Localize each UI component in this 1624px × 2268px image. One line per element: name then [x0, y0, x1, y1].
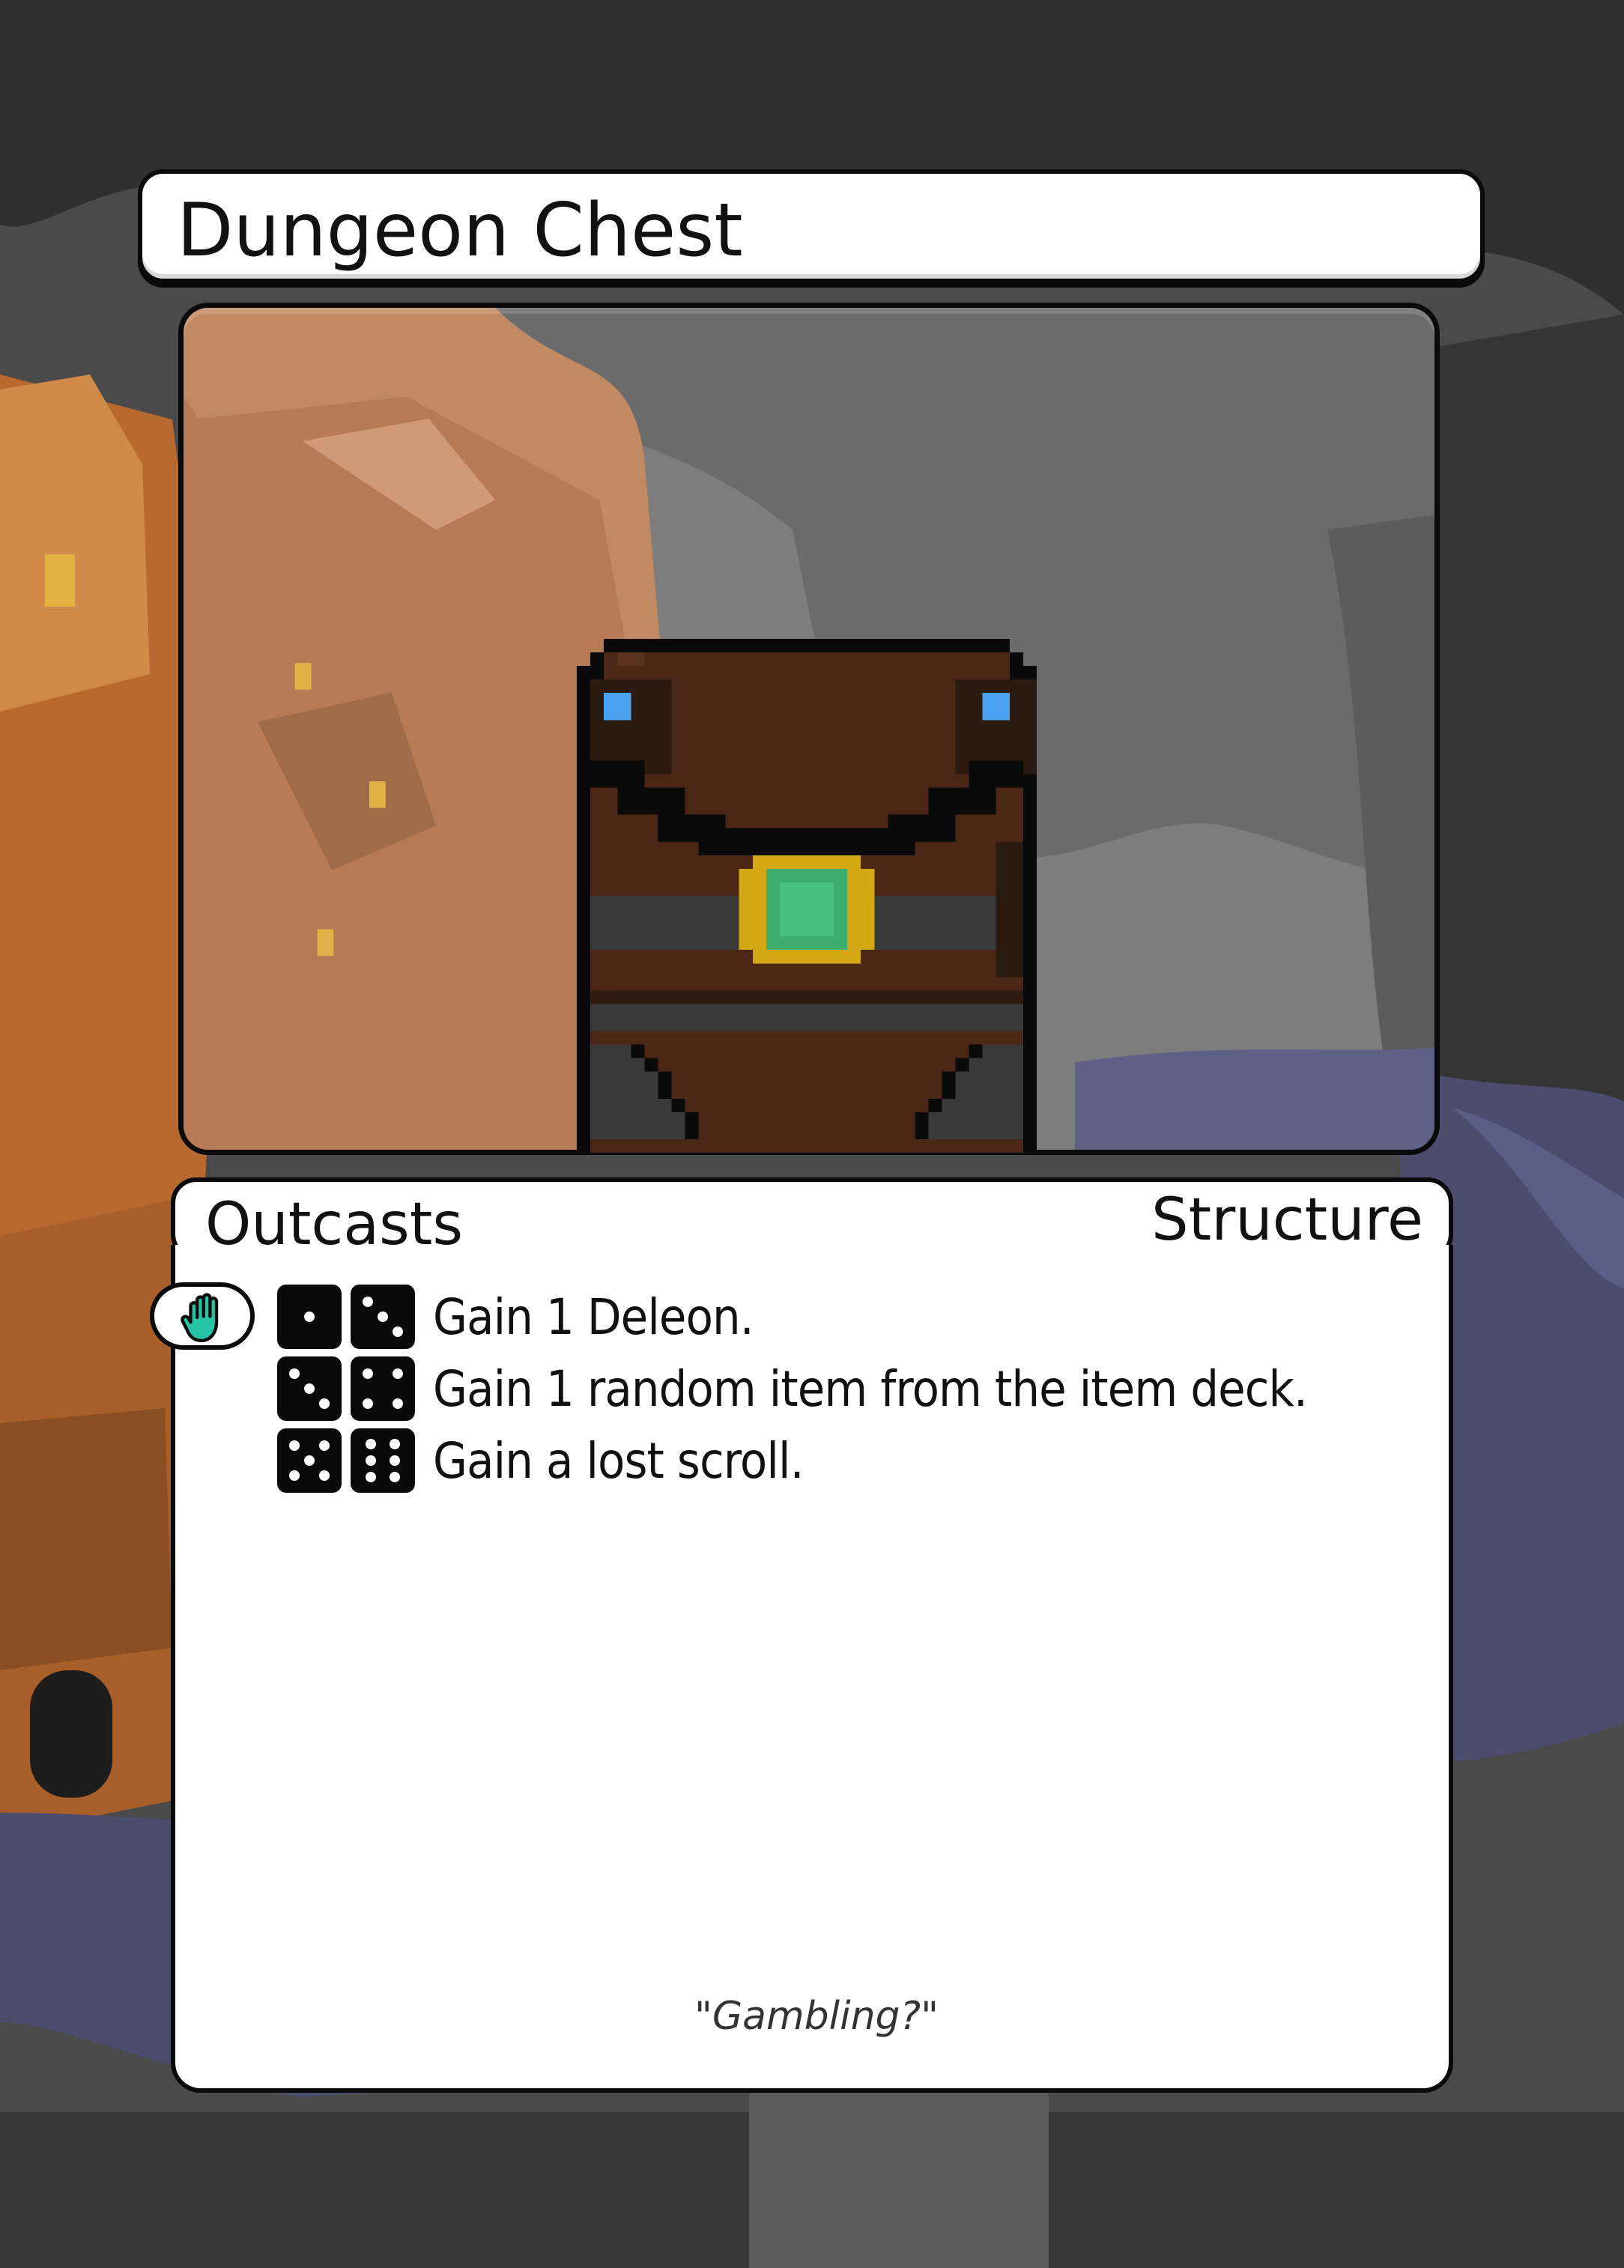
- dice-pair: [277, 1285, 415, 1349]
- die-face-5-icon: [277, 1428, 342, 1493]
- die-face-1-icon: [277, 1285, 342, 1349]
- effect-text: Gain a lost scroll.: [433, 1431, 804, 1490]
- card-type: Structure: [1151, 1186, 1423, 1254]
- dice-pair: [277, 1428, 415, 1493]
- hand-icon: [181, 1293, 219, 1342]
- card-title-bar: Dungeon Chest: [138, 169, 1485, 283]
- activation-badge: [150, 1282, 255, 1350]
- effect-row: Gain 1 random item from the item deck.: [277, 1356, 1405, 1421]
- effect-text: Gain 1 Deleon.: [433, 1288, 754, 1346]
- die-face-4-icon: [351, 1356, 415, 1421]
- card-title: Dungeon Chest: [177, 188, 743, 273]
- dice-pair: [277, 1356, 415, 1421]
- treasure-chest-icon: [577, 639, 1037, 1153]
- flavor-text: "Gambling?": [694, 1994, 939, 2039]
- effect-row: Gain a lost scroll.: [277, 1428, 845, 1493]
- effect-row: Gain 1 Deleon.: [277, 1285, 789, 1349]
- die-face-6-icon: [351, 1428, 415, 1493]
- die-face-3-icon: [277, 1356, 342, 1421]
- effect-text: Gain 1 random item from the item deck.: [433, 1359, 1308, 1418]
- die-face-3-icon: [351, 1285, 415, 1349]
